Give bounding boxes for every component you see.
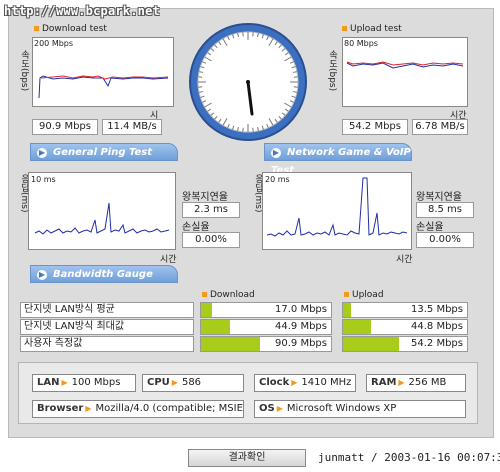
gauge-download-fill xyxy=(201,337,260,351)
upload-trace xyxy=(346,61,464,69)
bullet-icon xyxy=(342,26,347,31)
gauge-upload-fill xyxy=(343,337,399,351)
tab-network-game-voip[interactable]: ▶ Network Game & VoIP Test xyxy=(264,143,412,176)
game-loss-label: 손실율 xyxy=(416,222,444,233)
upload-test-panel: Upload test 속도(bps) 80 Mbps 시간 54.2 Mbps… xyxy=(320,24,480,136)
game-ping-graph: 20 ms xyxy=(262,172,412,250)
upload-test-title: Upload test xyxy=(342,24,402,34)
lan-info: LAN ▶ 100 Mbps xyxy=(32,374,136,392)
cpu-info: CPU ▶ 586 xyxy=(142,374,244,392)
arrow-right-icon: ▶ xyxy=(271,148,281,158)
game-ping-x-label: 시간 xyxy=(396,255,413,265)
user-timestamp: junmatt / 2003-01-16 00:07:39 xyxy=(318,451,500,464)
gauge-download-fill xyxy=(201,320,231,334)
browser-info: Browser▶Mozilla/4.0 (compatible; MSIE 6.… xyxy=(32,400,244,418)
speed-dial xyxy=(188,22,308,142)
gauge-row-label: 사용자 측정값 xyxy=(20,336,194,352)
triangle-right-icon: ▶ xyxy=(85,404,92,413)
general-ping-panel: 응답(ms) 10 ms 시간 왕복지연율 2.3 ms 손실율 0.00% xyxy=(16,166,246,265)
general-ping-x-label: 시간 xyxy=(160,255,177,265)
bandwidth-table: 단지넷 LAN방식 평균 17.0 Mbps 13.5 Mbps 단지넷 LAN… xyxy=(20,302,470,354)
bullet-icon xyxy=(34,26,39,31)
download-speed: 90.9 Mbps xyxy=(32,119,98,135)
triangle-right-icon: ▶ xyxy=(291,378,298,387)
triangle-right-icon: ▶ xyxy=(171,378,178,387)
gauge-upload-value: 44.8 Mbps xyxy=(411,321,463,332)
os-info: OS ▶ Microsoft Windows XP xyxy=(254,400,466,418)
download-test-panel: Download test 속도(bps) 200 Mbps 시간 90.9 M… xyxy=(16,24,174,136)
general-loss-value: 0.00% xyxy=(182,232,240,248)
gauge-download-value: 17.0 Mbps xyxy=(275,304,327,315)
bandwidth-upload-header: Upload xyxy=(344,290,384,300)
gauge-download-value: 90.9 Mbps xyxy=(275,338,327,349)
game-loss-value: 0.00% xyxy=(416,232,474,248)
gauge-upload-bar: 54.2 Mbps xyxy=(342,336,468,352)
triangle-right-icon: ▶ xyxy=(276,404,283,413)
gauge-upload-bar: 44.8 Mbps xyxy=(342,319,468,335)
general-rtt-value: 2.3 ms xyxy=(182,202,240,218)
triangle-right-icon: ▶ xyxy=(61,378,68,387)
confirm-result-button[interactable]: 결과확인 xyxy=(188,449,306,467)
watermark: http://www.bcpark.net xyxy=(4,4,160,18)
download-test-title: Download test xyxy=(34,24,107,34)
bullet-icon xyxy=(344,292,349,297)
arrow-right-icon: ▶ xyxy=(37,270,47,280)
download-y-label: 속도(bps) xyxy=(19,50,29,92)
upload-speed: 54.2 Mbps xyxy=(342,119,408,135)
gauge-upload-value: 54.2 Mbps xyxy=(411,338,463,349)
arrow-right-icon: ▶ xyxy=(37,148,47,158)
clock-info: Clock ▶ 1410 MHz xyxy=(254,374,356,392)
gauge-download-bar: 44.9 Mbps xyxy=(200,319,332,335)
gauge-upload-bar: 13.5 Mbps xyxy=(342,302,468,318)
game-ping-trace xyxy=(266,177,408,237)
gauge-download-value: 44.9 Mbps xyxy=(275,321,327,332)
upload-graph: 80 Mbps xyxy=(342,37,468,107)
general-ping-trace xyxy=(34,202,170,235)
gauge-row-label: 단지넷 LAN방식 최대값 xyxy=(20,319,194,335)
game-rtt-value: 8.5 ms xyxy=(416,202,474,218)
game-ping-panel: 응답(ms) 20 ms 시간 왕복지연율 8.5 ms 손실율 0.00% xyxy=(250,166,480,265)
tab-general-ping[interactable]: ▶ General Ping Test xyxy=(30,143,178,161)
gauge-download-fill xyxy=(201,303,213,317)
general-loss-label: 손실율 xyxy=(182,222,210,233)
gauge-upload-fill xyxy=(343,303,352,317)
bullet-icon xyxy=(202,292,207,297)
download-rate: 11.4 MB/s xyxy=(102,119,162,135)
download-graph: 200 Mbps xyxy=(32,37,174,107)
download-trace xyxy=(38,75,169,99)
gauge-upload-value: 13.5 Mbps xyxy=(411,304,463,315)
general-ping-graph: 10 ms xyxy=(28,172,176,250)
gauge-upload-fill xyxy=(343,320,371,334)
gauge-download-bar: 90.9 Mbps xyxy=(200,336,332,352)
upload-y-label: 속도(bps) xyxy=(327,50,337,92)
upload-rate: 6.78 MB/s xyxy=(412,119,468,135)
tab-bandwidth-gauge[interactable]: ▶ Bandwidth Gauge xyxy=(30,265,178,283)
ram-info: RAM ▶ 256 MB xyxy=(366,374,466,392)
triangle-right-icon: ▶ xyxy=(398,378,405,387)
bandwidth-download-header: Download xyxy=(202,290,255,300)
game-rtt-label: 왕복지연율 xyxy=(416,192,462,203)
gauge-row-label: 단지넷 LAN방식 평균 xyxy=(20,302,194,318)
gauge-download-bar: 17.0 Mbps xyxy=(200,302,332,318)
general-rtt-label: 왕복지연율 xyxy=(182,192,228,203)
